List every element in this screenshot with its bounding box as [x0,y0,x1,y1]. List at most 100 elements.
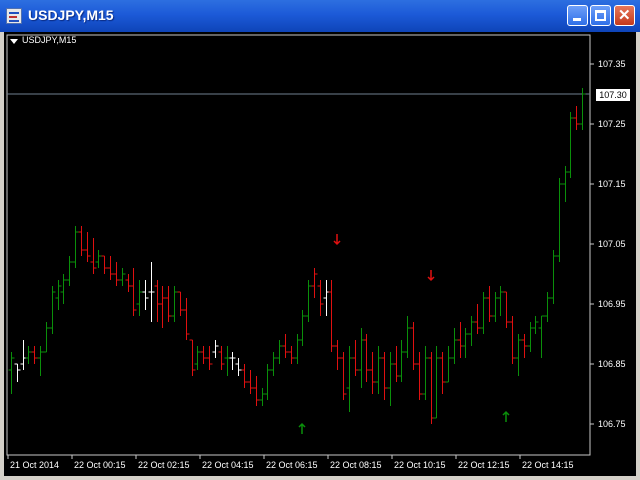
title-bar[interactable]: USDJPY,M15 ✕ [0,0,640,32]
ohlc-bar [532,316,539,334]
ohlc-bar [142,280,149,310]
ohlc-bar [346,346,353,412]
ohlc-bar [119,268,126,286]
price-chart[interactable]: 107.35 107.25 107.15 107.05 106.95 106.85 106.… [4,32,636,476]
ohlc-bar [363,334,370,382]
ohlc-bar [200,346,207,364]
ohlc-bar [206,346,213,370]
ohlc-bar [224,346,231,376]
ohlc-bar [381,352,388,400]
ohlc-bar [352,340,359,376]
ohlc-bar [398,340,405,382]
sell-arrow-icon [333,234,341,246]
ohlc-bar [66,256,73,286]
ohlc-bar [468,316,475,346]
ohlc-bar [14,363,21,382]
ohlc-bar [270,352,277,376]
ohlc-bar [323,280,330,316]
x-tick-label: 22 Oct 10:15 [394,460,446,470]
x-tick-label: 22 Oct 08:15 [330,460,382,470]
x-tick-label: 22 Oct 06:15 [266,460,318,470]
ohlc-bar [457,322,464,358]
y-tick-label: 106.85 [598,359,626,369]
ohlc-bar [492,292,499,322]
ohlc-bar [311,268,318,298]
ohlc-bar [55,280,62,310]
ohlc-bar [159,286,166,328]
ohlc-bar [8,352,15,394]
ohlc-bar [282,334,289,358]
y-tick-label: 106.95 [598,299,626,309]
ohlc-bar [212,340,219,358]
window-title: USDJPY,M15 [28,7,114,23]
ohlc-bar [358,328,365,388]
minimize-button[interactable] [567,5,588,26]
ohlc-bar [20,340,27,370]
ohlc-bar [241,364,248,388]
maximize-icon [595,10,606,21]
ohlc-bar [235,358,242,376]
ohlc-bar [480,292,487,334]
ohlc-bar [387,352,394,406]
ohlc-bar [101,255,108,274]
ohlc-bar [433,346,440,419]
ohlc-bar [136,280,143,316]
ohlc-bar [43,322,50,353]
plot-frame [6,34,591,456]
ohlc-bar [165,286,172,322]
ohlc-bar [305,280,312,322]
ohlc-bar [562,166,569,202]
x-tick-label: 21 Oct 2014 [10,460,59,470]
ohlc-bar [299,310,306,346]
ohlc-bar [369,352,376,394]
ohlc-bar [125,274,132,292]
ohlc-bar [567,112,574,178]
ohlc-bar [107,256,114,280]
close-button[interactable]: ✕ [614,5,635,26]
ohlc-bar [113,262,120,286]
y-tick-label: 107.05 [598,239,626,249]
ohlc-bar [486,286,493,322]
ohlc-bar [183,298,190,340]
ohlc-bar [451,328,458,364]
ohlc-bar [25,346,32,364]
ohlc-bar [130,268,137,316]
chart-canvas[interactable]: 107.35 107.25 107.15 107.05 106.95 106.85 106.… [4,32,636,476]
ohlc-bar [317,280,324,316]
ohlc-bar [462,328,469,358]
ohlc-bar [253,376,260,406]
ohlc-bar [72,226,79,268]
symbol-dropdown-icon[interactable] [10,39,18,44]
chart-window-icon [6,8,22,24]
ohlc-bar [49,286,56,334]
ohlc-bar [60,274,67,304]
ohlc-bar [538,315,545,358]
ohlc-bar [247,370,254,394]
ohlc-bar [148,262,155,322]
ohlc-bar [78,226,85,256]
ohlc-bar [509,316,516,364]
ohlc-bar [340,352,347,400]
maximize-button[interactable] [590,5,611,26]
ohlc-bar [544,292,551,322]
ohlc-bar [503,291,510,328]
ohlc-bar [90,238,97,274]
ohlc-bar [218,346,225,370]
ohlc-bar [410,322,417,370]
ohlc-bar [404,316,411,358]
ohlc-bar [550,250,557,304]
buy-arrow-icon [502,410,510,422]
x-tick-label: 22 Oct 12:15 [458,460,510,470]
ohlc-bar [445,346,452,383]
ohlc-bar [171,286,178,322]
ohlc-bar [474,304,481,334]
x-tick-label: 22 Oct 02:15 [138,460,190,470]
terminal-window: USDJPY,M15 ✕ 107.35 107.25 107.15 107.05 106… [0,0,640,480]
buy-arrow-icon [298,422,306,434]
x-tick-label: 22 Oct 04:15 [202,460,254,470]
ohlc-bar [416,352,423,400]
ohlc-bar [31,346,38,364]
ohlc-bar [189,339,196,376]
ohlc-bar [375,346,382,394]
ohlc-bar [422,346,429,400]
